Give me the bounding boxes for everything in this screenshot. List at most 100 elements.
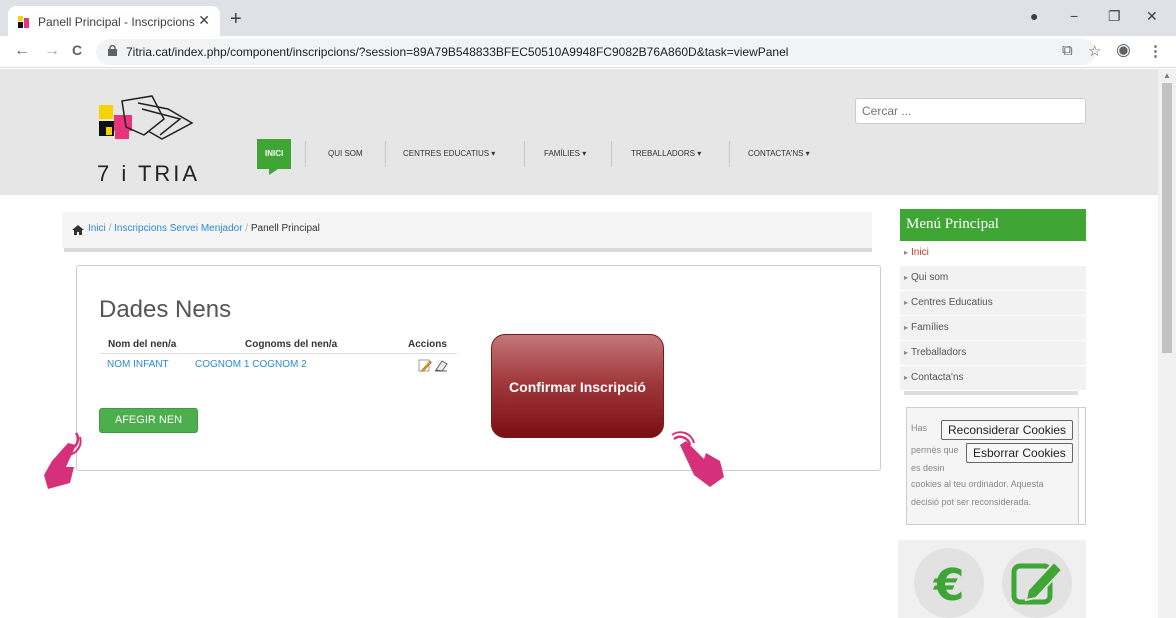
cookie-text-line: cookies al teu ordinador. Aquesta — [911, 479, 1044, 489]
table-divider — [99, 353, 457, 354]
web-page: 7 i TRIA INICI QUI SOM CENTRES EDUCATIUS… — [0, 69, 1158, 618]
column-header-accions: Accions — [408, 339, 447, 350]
site-header: 7 i TRIA INICI QUI SOM CENTRES EDUCATIUS… — [0, 69, 1158, 195]
edit-icon[interactable] — [418, 358, 432, 372]
restore-button[interactable]: ❐ — [1108, 8, 1121, 25]
payments-tile[interactable]: € — [914, 548, 984, 618]
browser-menu-icon[interactable]: ⋮ — [1148, 42, 1163, 60]
browser-tab-bar: Panell Principal - Inscripcions Menjador… — [0, 0, 1176, 36]
confirm-inscription-button[interactable]: Confirmar Inscripció — [491, 334, 664, 438]
breadcrumb-separator: / — [242, 223, 251, 234]
sidebar-item-families[interactable]: ▸ Famílies — [900, 316, 1086, 341]
reload-button[interactable]: C — [72, 42, 82, 58]
page-title: Dades Nens — [99, 296, 232, 323]
cookie-text-line: decisió pot ser reconsiderada. — [911, 497, 1032, 507]
nav-item-centres-educatius[interactable]: CENTRES EDUCATIUS ▾ — [403, 147, 495, 177]
add-child-button[interactable]: AFEGIR NEN — [99, 408, 198, 433]
translate-icon[interactable]: ⧉ — [1062, 42, 1073, 59]
delete-icon[interactable] — [434, 358, 448, 372]
breadcrumb: Inici / Inscripcions Servei Menjador / P… — [62, 212, 872, 248]
breadcrumb-current: Panell Principal — [250, 223, 320, 234]
sidebar-item-label: Treballadors — [911, 347, 967, 358]
sidebar-item-qui-som[interactable]: ▸ Qui som — [900, 266, 1086, 291]
breadcrumb-divider — [64, 248, 872, 252]
tab-close-icon[interactable]: ✕ — [198, 12, 210, 29]
nav-item-label: INICI — [265, 149, 284, 158]
logo-text: 7 i TRIA — [97, 161, 201, 186]
profile-indicator-icon[interactable]: ● — [1030, 8, 1038, 24]
nav-item-contactans[interactable]: CONTACTA'NS ▾ — [748, 147, 810, 177]
breadcrumb-trail: Inici / Inscripcions Servei Menjador / P… — [88, 223, 320, 234]
active-indicator — [269, 167, 281, 175]
children-panel: Dades Nens Nom del nen/a Cognoms del nen… — [76, 265, 881, 471]
bookmark-star-icon[interactable]: ☆ — [1088, 42, 1101, 60]
breadcrumb-separator: / — [105, 223, 115, 234]
pointing-hand-icon — [671, 431, 724, 487]
nav-item-treballadors[interactable]: TREBALLADORS ▾ — [631, 147, 701, 177]
new-tab-button[interactable]: + — [230, 8, 242, 31]
lock-icon — [108, 45, 117, 56]
cookie-text-line: es desin — [911, 463, 945, 473]
sidebar-item-label: Contacta'ns — [911, 372, 964, 383]
search-input[interactable] — [855, 98, 1086, 124]
arrow-right-icon: ▸ — [904, 373, 909, 382]
pencil-square-icon — [1011, 560, 1064, 605]
cookie-text-line: permès que — [911, 445, 959, 455]
browser-tab[interactable]: Panell Principal - Inscripcions Menjador… — [8, 6, 220, 36]
quick-links: € — [898, 540, 1086, 618]
browser-toolbar: ← → C 7itria.cat/index.php/component/ins… — [0, 36, 1176, 68]
breadcrumb-home-link[interactable]: Inici — [88, 223, 106, 234]
site-logo[interactable]: 7 i TRIA — [82, 91, 222, 187]
arrow-right-icon: ▸ — [904, 273, 909, 282]
sidebar-title: Menú Principal — [900, 209, 1086, 241]
child-name-link[interactable]: NOM INFANT — [107, 359, 169, 370]
arrow-right-icon: ▸ — [904, 348, 909, 357]
minimize-button[interactable]: − — [1070, 8, 1078, 24]
sidebar-item-label: Inici — [911, 247, 929, 258]
sidebar-divider — [904, 391, 1078, 395]
column-header-cognoms: Cognoms del nen/a — [245, 339, 338, 350]
nav-separator — [729, 141, 730, 167]
euro-icon: € — [933, 560, 965, 611]
account-icon[interactable]: ◉ — [1116, 40, 1131, 60]
sidebar-item-contactans[interactable]: ▸ Contacta'ns — [900, 366, 1086, 391]
nav-item-families[interactable]: FAMÍLIES ▾ — [544, 147, 586, 177]
delete-cookies-button[interactable]: Esborrar Cookies — [966, 443, 1073, 463]
svg-text:€: € — [933, 560, 965, 611]
address-bar[interactable]: 7itria.cat/index.php/component/inscripci… — [96, 39, 1096, 65]
back-button[interactable]: ← — [14, 42, 30, 60]
close-window-button[interactable]: ✕ — [1146, 8, 1158, 25]
cookie-notice: Has permès que es desin cookies al teu o… — [906, 407, 1086, 525]
logo-graphic — [99, 95, 194, 140]
arrow-right-icon: ▸ — [904, 298, 909, 307]
scroll-thumb[interactable] — [1162, 83, 1172, 353]
sidebar-item-label: Centres Educatius — [911, 297, 993, 308]
page-scrollbar[interactable]: ▲ — [1158, 69, 1176, 618]
cookie-text-line: Has — [911, 423, 928, 433]
pointing-hand-icon — [44, 432, 82, 489]
sidebar-item-label: Famílies — [911, 322, 949, 333]
nav-separator — [611, 141, 612, 167]
nav-item-qui-som[interactable]: QUI SOM — [328, 147, 363, 177]
arrow-right-icon: ▸ — [904, 248, 909, 257]
child-surname-link[interactable]: COGNOM 1 COGNOM 2 — [195, 359, 307, 370]
nav-separator — [524, 141, 525, 167]
sidebar-item-centres-educatius[interactable]: ▸ Centres Educatius — [900, 291, 1086, 316]
nav-separator — [305, 141, 306, 167]
inscriptions-tile[interactable] — [1002, 548, 1072, 618]
forward-button[interactable]: → — [44, 42, 60, 60]
sidebar-item-treballadors[interactable]: ▸ Treballadors — [900, 341, 1086, 366]
url-text: 7itria.cat/index.php/component/inscripci… — [126, 45, 789, 59]
home-icon[interactable] — [72, 225, 84, 235]
sidebar-item-inici[interactable]: ▸ Inici — [900, 241, 1086, 266]
sidebar-item-label: Qui som — [911, 272, 949, 283]
column-header-nom: Nom del nen/a — [108, 339, 177, 350]
scroll-up-icon[interactable]: ▲ — [1163, 71, 1171, 80]
nav-item-inici[interactable]: INICI — [257, 139, 292, 175]
breadcrumb-section-link[interactable]: Inscripcions Servei Menjador — [114, 223, 242, 234]
arrow-right-icon: ▸ — [904, 323, 909, 332]
reconsider-cookies-button[interactable]: Reconsiderar Cookies — [941, 420, 1074, 440]
tab-title: Panell Principal - Inscripcions Menjador — [38, 15, 196, 29]
site-favicon-icon — [18, 16, 29, 28]
nav-separator — [385, 141, 386, 167]
